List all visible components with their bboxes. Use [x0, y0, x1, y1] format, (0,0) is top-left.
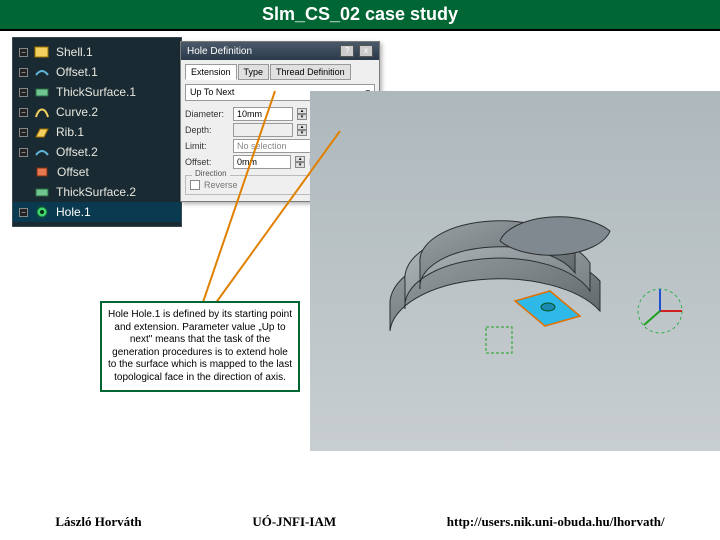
expand-icon[interactable]: − — [19, 88, 28, 97]
expand-icon[interactable]: − — [19, 208, 28, 217]
dialog-titlebar[interactable]: Hole Definition ? x — [181, 42, 379, 60]
footer-org: UÓ-JNFI-IAM — [252, 514, 336, 530]
dialog-tabs: Extension Type Thread Definition — [185, 64, 375, 80]
offset-icon — [34, 65, 50, 79]
annotation-callout: Hole Hole.1 is defined by its starting p… — [100, 301, 300, 392]
expand-icon[interactable]: − — [19, 68, 28, 77]
hole-icon — [34, 205, 50, 219]
tree-item-offset2[interactable]: − Offset.2 — [13, 142, 181, 162]
tree-item-rib1[interactable]: − Rib.1 — [13, 122, 181, 142]
plane-gizmo[interactable] — [480, 321, 520, 361]
tab-extension[interactable]: Extension — [185, 64, 237, 80]
expand-icon[interactable]: − — [19, 108, 28, 117]
mode-value: Up To Next — [190, 87, 234, 98]
tree-item-curve2[interactable]: − Curve.2 — [13, 102, 181, 122]
offset-label: Offset: — [185, 157, 229, 167]
depth-spinner: ▴▾ — [297, 124, 307, 136]
shell-icon — [34, 45, 50, 59]
curve-icon — [34, 105, 50, 119]
tree-item-shell[interactable]: − Shell.1 — [13, 42, 181, 62]
feature-tree: − Shell.1 − Offset.1 − ThickSurface.1 − … — [12, 37, 182, 227]
tree-item-label: Rib.1 — [56, 125, 84, 139]
thicksurface-icon — [34, 185, 50, 199]
footer-author: László Horváth — [55, 514, 141, 530]
diameter-field[interactable]: 10mm — [233, 107, 293, 121]
offset-icon — [35, 165, 51, 179]
reverse-label: Reverse — [204, 180, 238, 190]
tree-item-offset1[interactable]: − Offset.1 — [13, 62, 181, 82]
expand-icon[interactable]: − — [19, 48, 28, 57]
depth-label: Depth: — [185, 125, 229, 135]
dialog-title-text: Hole Definition — [187, 46, 252, 57]
tree-item-hole1[interactable]: − Hole.1 — [13, 202, 181, 222]
tree-item-thicksurf1[interactable]: − ThickSurface.1 — [13, 82, 181, 102]
offset-spinner[interactable]: ▴▾ — [295, 156, 305, 168]
expand-icon[interactable]: − — [19, 148, 28, 157]
tree-item-thicksurf2[interactable]: ThickSurface.2 — [13, 182, 181, 202]
tree-item-label: Offset.2 — [56, 145, 98, 159]
slide-footer: László Horváth UÓ-JNFI-IAM http://users.… — [0, 514, 720, 530]
slide-title: Slm_CS_02 case study — [0, 0, 720, 31]
tree-item-offset-child[interactable]: Offset — [13, 162, 181, 182]
tree-item-label: Curve.2 — [56, 105, 98, 119]
checkbox-icon — [190, 180, 200, 190]
tab-thread[interactable]: Thread Definition — [270, 64, 351, 80]
tree-item-label: ThickSurface.2 — [56, 185, 136, 199]
diameter-spinner[interactable]: ▴▾ — [297, 108, 307, 120]
tree-item-label: Offset.1 — [56, 65, 98, 79]
limit-field[interactable]: No selection — [233, 139, 313, 153]
compass-gizmo[interactable] — [630, 281, 690, 341]
direction-section-title: Direction — [192, 169, 230, 178]
thicksurface-icon — [34, 85, 50, 99]
help-button[interactable]: ? — [340, 45, 354, 57]
tree-item-label: ThickSurface.1 — [56, 85, 136, 99]
tab-type[interactable]: Type — [238, 64, 270, 80]
tree-item-label: Shell.1 — [56, 45, 93, 59]
footer-url: http://users.nik.uni-obuda.hu/lhorvath/ — [447, 514, 665, 530]
close-button[interactable]: x — [359, 45, 373, 57]
expand-icon[interactable]: − — [19, 128, 28, 137]
3d-viewport[interactable] — [310, 91, 720, 451]
offset-field[interactable]: 0mm — [233, 155, 291, 169]
diameter-label: Diameter: — [185, 109, 229, 119]
slide-body: − Shell.1 − Offset.1 − ThickSurface.1 − … — [0, 31, 720, 511]
depth-field — [233, 123, 293, 137]
offset-icon — [34, 145, 50, 159]
tree-item-label: Offset — [57, 165, 89, 179]
rib-icon — [34, 125, 50, 139]
limit-label: Limit: — [185, 141, 229, 151]
tree-item-label: Hole.1 — [56, 205, 91, 219]
